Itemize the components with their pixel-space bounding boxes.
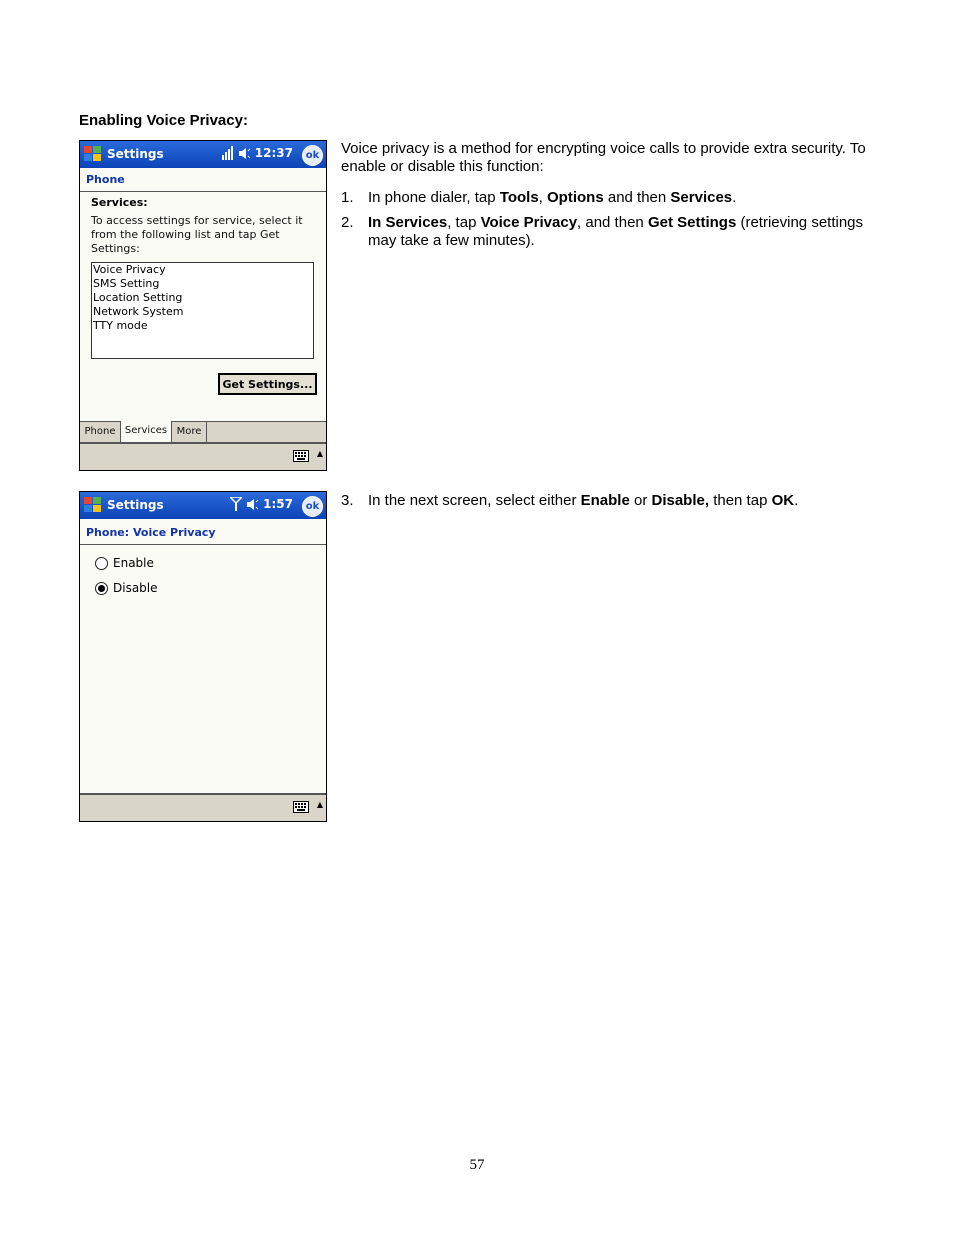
app-header-title: Phone	[86, 173, 125, 186]
step-bold: Voice Privacy	[480, 214, 578, 231]
enable-radio[interactable]	[95, 556, 108, 570]
menu-bar: ▲	[80, 793, 326, 821]
disable-option[interactable]: Disable	[95, 581, 158, 595]
sip-arrow-icon[interactable]: ▲	[317, 800, 323, 809]
list-item[interactable]: Location Setting	[92, 291, 313, 305]
app-header: Phone	[80, 168, 326, 192]
list-item[interactable]: TTY mode	[92, 319, 313, 333]
window-title: Settings	[107, 147, 164, 161]
tab-services[interactable]: Services	[120, 421, 172, 444]
step-text: In phone dialer, tap	[368, 189, 500, 206]
step-bold: Disable,	[651, 492, 710, 509]
list-item[interactable]: Voice Privacy	[92, 263, 313, 277]
step-text: .	[794, 492, 799, 509]
sip-arrow-icon[interactable]: ▲	[317, 449, 323, 458]
ok-button[interactable]: ok	[302, 496, 323, 517]
signal-icon[interactable]	[221, 146, 234, 160]
section-heading: Enabling Voice Privacy:	[79, 112, 248, 129]
step-number: 3.	[341, 492, 354, 509]
instructions-block-1: Voice privacy is a method for encrypting…	[341, 140, 879, 250]
step-text: In the next screen, select either	[368, 492, 581, 509]
list-item[interactable]: Network System	[92, 305, 313, 319]
step-number: 2.	[341, 214, 354, 231]
enable-option[interactable]: Enable	[95, 556, 154, 570]
step-bold: Get Settings	[647, 214, 737, 231]
app-header-title: Phone: Voice Privacy	[86, 526, 216, 539]
services-description: To access settings for service, select i…	[91, 214, 303, 255]
step-text: ,	[538, 189, 548, 206]
window-title: Settings	[107, 498, 164, 512]
antenna-icon[interactable]	[230, 497, 243, 511]
page-number: 57	[469, 1157, 485, 1173]
step-number: 1.	[341, 189, 354, 206]
instructions-block-2: 3. In the next screen, select either Ena…	[341, 492, 879, 510]
services-screenshot: Settings 12:37 ok Phone Services: To acc…	[79, 140, 327, 471]
step-text: , and then	[577, 214, 648, 231]
title-bar: Settings 1:57 ok	[80, 492, 326, 519]
menu-bar: ▲	[80, 442, 326, 470]
step-bold: Enable	[580, 492, 630, 509]
keyboard-icon[interactable]	[293, 450, 309, 462]
speaker-icon[interactable]	[246, 498, 259, 511]
step-text: then tap	[709, 492, 772, 509]
list-item[interactable]: SMS Setting	[92, 277, 313, 291]
app-header: Phone: Voice Privacy	[80, 519, 326, 545]
step-bold: In Services	[368, 214, 448, 231]
tab-more[interactable]: More	[172, 422, 207, 443]
step-2: 2. In Services, tap Voice Privacy, and t…	[341, 214, 879, 250]
title-bar: Settings 12:37 ok	[80, 141, 326, 168]
clock[interactable]: 1:57	[263, 497, 293, 511]
enable-label: Enable	[113, 556, 154, 570]
step-text: and then	[603, 189, 671, 206]
get-settings-button[interactable]: Get Settings...	[218, 373, 317, 395]
step-1: 1. In phone dialer, tap Tools, Options a…	[341, 189, 879, 207]
ok-button[interactable]: ok	[302, 145, 323, 166]
disable-radio[interactable]	[95, 581, 108, 595]
windows-start-icon[interactable]	[82, 144, 104, 165]
speaker-icon[interactable]	[238, 147, 251, 160]
services-list[interactable]: Voice Privacy SMS Setting Location Setti…	[91, 262, 314, 359]
services-label: Services:	[91, 196, 148, 209]
disable-label: Disable	[113, 581, 158, 595]
voice-privacy-screenshot: Settings 1:57 ok Phone: Voice Privacy En…	[79, 491, 327, 822]
step-text: .	[732, 189, 737, 206]
step-3: 3. In the next screen, select either Ena…	[341, 492, 879, 510]
intro-paragraph: Voice privacy is a method for encrypting…	[341, 140, 866, 175]
tab-strip: Phone Services More	[80, 421, 326, 444]
step-bold: Services	[670, 189, 733, 206]
step-text: or	[629, 492, 652, 509]
windows-start-icon[interactable]	[82, 495, 104, 516]
clock[interactable]: 12:37	[255, 146, 293, 160]
keyboard-icon[interactable]	[293, 801, 309, 813]
step-bold: Tools	[499, 189, 539, 206]
step-bold: OK	[771, 492, 795, 509]
step-bold: Options	[547, 189, 604, 206]
step-text: , tap	[447, 214, 481, 231]
tab-phone[interactable]: Phone	[80, 422, 121, 443]
